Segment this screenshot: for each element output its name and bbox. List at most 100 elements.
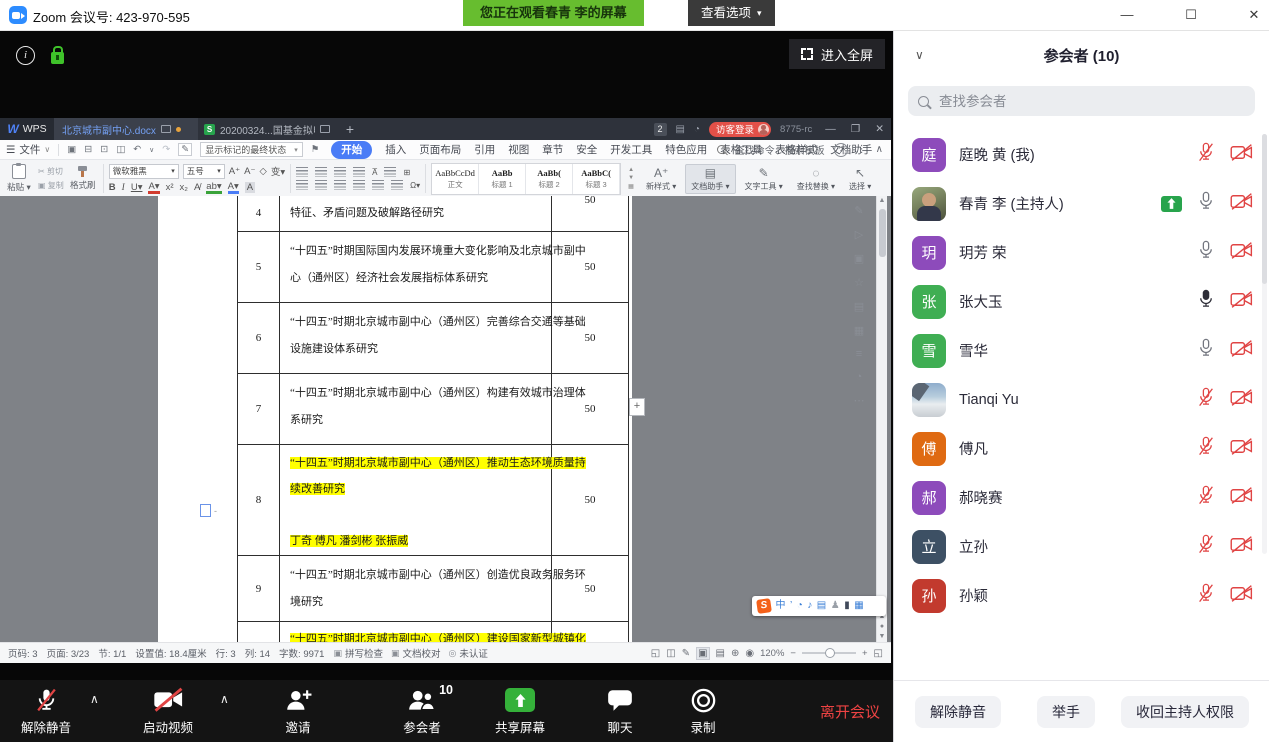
highlight-button[interactable]: ab▾: [206, 182, 221, 194]
wps-minimize-button[interactable]: —: [825, 123, 836, 135]
mic-icon[interactable]: [1197, 338, 1215, 363]
participant-row[interactable]: 雪雪华: [894, 326, 1269, 375]
document-scrollbar[interactable]: ▲ ▲ ● ▼: [876, 196, 887, 642]
font-name-dropdown[interactable]: 微软雅黑▾: [109, 164, 179, 179]
find-replace-button[interactable]: ◌查找替换 ▾: [792, 165, 840, 193]
revision-state-dropdown[interactable]: 显示标记的最终状态 ▾: [200, 142, 303, 157]
mic-icon[interactable]: [1197, 191, 1215, 216]
zoom-in-button[interactable]: +: [862, 648, 868, 659]
subscript-button[interactable]: x₂: [180, 182, 188, 193]
camera-off-icon[interactable]: [1230, 339, 1253, 363]
participant-row[interactable]: 傅傅凡: [894, 424, 1269, 473]
bold-button[interactable]: B: [109, 182, 116, 193]
camera-off-icon[interactable]: [1230, 241, 1253, 265]
document-page[interactable]: 4特征、矛盾问题及破解路径研究505“十四五”时期国际国内发展环境重大变化影响及…: [158, 196, 632, 642]
zoom-slider[interactable]: [802, 652, 856, 654]
document-tab-active[interactable]: 北京城市副中心.docx: [54, 118, 198, 140]
justify-icon[interactable]: [353, 180, 365, 190]
view-options-button[interactable]: 查看选项 ▾: [688, 0, 775, 26]
camera-off-icon[interactable]: [1230, 290, 1253, 314]
mic-muted-icon[interactable]: [1197, 387, 1215, 412]
collapse-ribbon-icon[interactable]: ∧: [876, 144, 883, 155]
style-标题 3[interactable]: AaBbC(标题 3: [573, 164, 620, 194]
menu-tab-安全[interactable]: 安全: [576, 142, 597, 157]
new-style-button[interactable]: A⁺新样式 ▾: [641, 165, 681, 193]
decrease-indent-icon[interactable]: [334, 167, 346, 177]
redo-icon[interactable]: ↷: [162, 144, 170, 155]
history-icon[interactable]: ◔: [856, 371, 863, 383]
meeting-info-icon[interactable]: i: [16, 46, 35, 65]
shading-icon[interactable]: [384, 167, 396, 177]
invite-button[interactable]: 邀请: [256, 685, 340, 736]
save-icon[interactable]: ▣: [67, 144, 76, 155]
command-search-hint[interactable]: 查找命令、搜索模板: [735, 142, 825, 157]
minimize-button[interactable]: —: [1116, 5, 1138, 25]
zoom-out-button[interactable]: −: [790, 648, 796, 659]
fit-page-icon[interactable]: ◱: [874, 648, 883, 659]
superscript-button[interactable]: x²: [166, 182, 174, 193]
layout-icon[interactable]: ▤: [676, 124, 685, 135]
menu-tab-引用[interactable]: 引用: [474, 142, 495, 157]
wps-close-button[interactable]: ✕: [875, 123, 884, 135]
mic-muted-icon[interactable]: [1197, 142, 1215, 167]
participant-row[interactable]: 玥玥芳 荣: [894, 228, 1269, 277]
enter-fullscreen-button[interactable]: 进入全屏: [789, 39, 885, 69]
menu-tab-插入[interactable]: 插入: [385, 142, 406, 157]
align-left-icon[interactable]: [296, 180, 308, 190]
participant-row[interactable]: 立立孙: [894, 522, 1269, 571]
handwriting-icon[interactable]: ♟: [831, 596, 840, 616]
raise-hand-button[interactable]: 举手: [1037, 696, 1095, 728]
participant-search-box[interactable]: [908, 86, 1255, 116]
menu-tab-开始[interactable]: 开始: [331, 141, 372, 159]
symbol-icon[interactable]: Ω▾: [410, 181, 420, 190]
participant-row[interactable]: 孙孙颖: [894, 571, 1269, 620]
unmute-button[interactable]: 解除静音: [4, 685, 88, 736]
char-effect-button[interactable]: A̸: [194, 182, 200, 193]
fullscreen-view-icon[interactable]: ◱: [651, 648, 660, 659]
undo-icon[interactable]: ↶: [133, 144, 141, 155]
zoom-slider-knob[interactable]: [825, 648, 835, 658]
status-拼写检查[interactable]: ▣拼写检查: [333, 646, 383, 660]
web-layout-icon[interactable]: ⊕: [731, 648, 739, 659]
scrollbar-thumb[interactable]: [879, 209, 886, 257]
zoom-percent-label[interactable]: 120%: [760, 648, 784, 659]
camera-off-icon[interactable]: [1230, 192, 1253, 216]
start-video-button[interactable]: 启动视频: [118, 685, 218, 736]
chinese-mode-icon[interactable]: 中: [776, 596, 786, 616]
view-icon[interactable]: ◫: [116, 144, 125, 155]
star-icon[interactable]: ☆: [854, 276, 864, 289]
participant-row[interactable]: Tianqi Yu: [894, 375, 1269, 424]
help-icon[interactable]: ?: [834, 143, 848, 157]
file-menu[interactable]: ☰ 文件 ∨: [6, 142, 50, 157]
increase-indent-icon[interactable]: [353, 167, 365, 177]
style-标题 2[interactable]: AaBb(标题 2: [526, 164, 573, 194]
skin-icon[interactable]: ▮: [844, 596, 850, 616]
two-page-view-icon[interactable]: ◫: [666, 648, 675, 659]
number-list-icon[interactable]: [315, 167, 327, 177]
write-mode-icon[interactable]: ✎: [682, 648, 690, 659]
select-button[interactable]: ↖选择 ▾: [844, 165, 876, 193]
style-标题 1[interactable]: AaBb标题 1: [479, 164, 526, 194]
mic-muted-icon[interactable]: [1197, 534, 1215, 559]
collapse-panel-icon[interactable]: ∨: [915, 48, 924, 62]
text-tool-button[interactable]: ✎文字工具 ▾: [740, 165, 788, 193]
voice-icon[interactable]: ♪: [807, 596, 812, 616]
font-color-button[interactable]: A▾: [148, 182, 159, 194]
emoji-icon[interactable]: ◔: [797, 596, 803, 616]
participant-search-input[interactable]: [937, 93, 1219, 110]
case-button[interactable]: 变▾: [271, 164, 285, 178]
grid-icon[interactable]: ▦: [854, 324, 864, 337]
menu-tab-视图[interactable]: 视图: [508, 142, 529, 157]
next-page-icon[interactable]: ▼: [877, 633, 887, 640]
mic-muted-icon[interactable]: [1197, 436, 1215, 461]
track-changes-icon[interactable]: ✎: [178, 143, 192, 156]
new-tab-button[interactable]: +: [336, 118, 364, 140]
close-button[interactable]: ✕: [1243, 5, 1265, 25]
mic-active-icon[interactable]: [1197, 289, 1215, 314]
copy-button[interactable]: ▣ 复制: [38, 180, 64, 191]
keyboard-icon[interactable]: ▤: [817, 596, 826, 616]
shrink-font-button[interactable]: A⁻: [244, 166, 255, 177]
paste-button[interactable]: 粘贴 ▾: [4, 164, 34, 193]
chat-button[interactable]: 聊天: [582, 685, 658, 736]
mic-icon[interactable]: [1197, 240, 1215, 265]
